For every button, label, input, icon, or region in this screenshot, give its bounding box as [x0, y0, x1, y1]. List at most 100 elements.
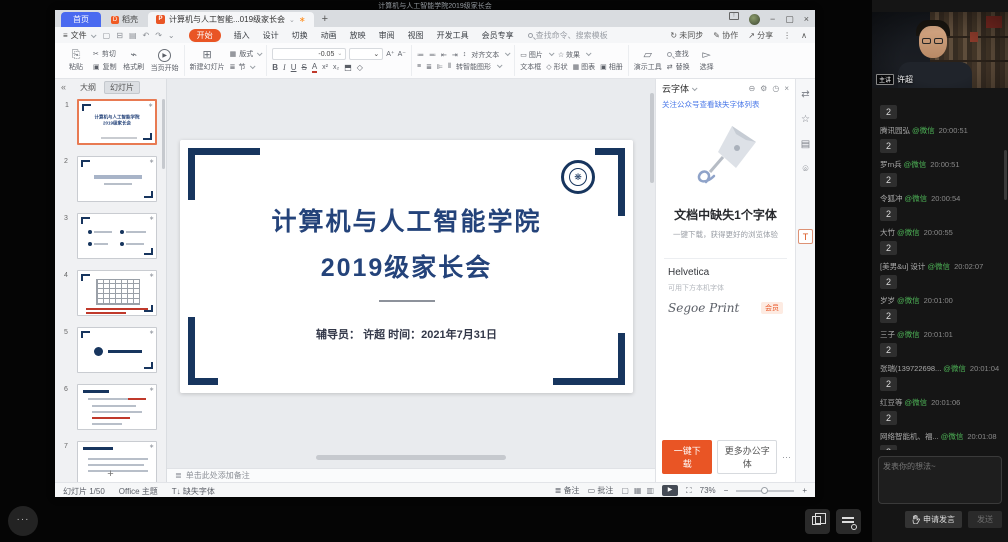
- highlight-button[interactable]: ⬒: [344, 63, 352, 72]
- ribbon-tab[interactable]: 审阅: [379, 30, 395, 41]
- outdent-icon[interactable]: ⇤: [441, 51, 447, 59]
- slide-sorter-icon[interactable]: ▦: [634, 486, 642, 495]
- redo-icon[interactable]: ↷: [155, 31, 162, 40]
- panel-pin-icon[interactable]: ⊖: [748, 84, 755, 93]
- section-button[interactable]: ≣ 节: [230, 62, 262, 72]
- print-icon[interactable]: ▤: [129, 31, 137, 40]
- slide-thumbnail-1[interactable]: 1 ∗ 计算机与人工智能学院 2019级家长会: [65, 99, 157, 145]
- zoom-level[interactable]: 73%: [700, 486, 716, 495]
- sidebar-scrollbar[interactable]: [162, 99, 165, 169]
- help-icon[interactable]: ⌾: [803, 164, 809, 175]
- current-slide[interactable]: ❋ 计算机与人工智能学院 2019级家长会 辅导员： 许超 时间：2021年7月…: [180, 140, 633, 393]
- slide-thumbnail-3[interactable]: 3 ∗: [64, 213, 157, 259]
- slideshow-button[interactable]: ▶: [662, 485, 679, 496]
- normal-view-icon[interactable]: ▢: [621, 486, 629, 495]
- zoom-slider[interactable]: [736, 486, 795, 494]
- slide-thumbnail-5[interactable]: 5 ∗: [64, 327, 157, 373]
- user-avatar[interactable]: [748, 13, 760, 25]
- panel-chevron-icon[interactable]: [691, 83, 696, 93]
- zoom-in-button[interactable]: +: [802, 486, 807, 495]
- share-button[interactable]: ↗ 分享: [748, 30, 773, 41]
- ribbon-tab[interactable]: 放映: [350, 30, 366, 41]
- meeting-settings-button[interactable]: [836, 509, 861, 534]
- slide-thumbnail-6[interactable]: 6 ∗: [64, 384, 157, 430]
- columns-icon[interactable]: ⫴: [448, 63, 451, 71]
- ribbon-tab[interactable]: 开始: [188, 28, 221, 42]
- tab-slides[interactable]: 幻灯片: [104, 80, 141, 94]
- album-button[interactable]: ▣ 相册: [600, 62, 623, 72]
- share-screen-button[interactable]: [805, 509, 830, 534]
- chat-list[interactable]: 2 腾讯园弘 @微信 20:00:51 2 罗rn兵 @微信 20:00:51 2 令狐…: [872, 90, 1008, 450]
- more-qat-icon[interactable]: ⌄: [168, 31, 175, 40]
- slide-thumbnail-2[interactable]: 2 ∗: [64, 156, 157, 202]
- new-tab-button[interactable]: +: [322, 12, 328, 27]
- line-spacing-icon[interactable]: ↕: [463, 51, 467, 58]
- tab-home[interactable]: 首页: [61, 12, 101, 27]
- tab-menu-icon[interactable]: ⌄: [289, 16, 295, 24]
- chat-scrollbar[interactable]: [1004, 150, 1007, 200]
- chat-input[interactable]: 发表你的想法~: [878, 456, 1002, 504]
- panel-bell-icon[interactable]: ◷: [772, 84, 779, 93]
- effect-button[interactable]: ☆ 效果: [558, 50, 580, 60]
- missing-font-list-link[interactable]: 关注公众号查看缺失字体列表: [656, 97, 795, 112]
- cut-button[interactable]: ✂ 剪切: [93, 49, 117, 59]
- slide-title-line1[interactable]: 计算机与人工智能学院: [180, 202, 633, 238]
- save-icon[interactable]: ⊟: [116, 31, 123, 40]
- align-right-icon[interactable]: ⊫: [437, 63, 443, 71]
- animation-pane-icon[interactable]: ▤: [801, 139, 810, 150]
- tab-document[interactable]: P 计算机与人工智能...019级家长会 ⌄ ∗: [148, 12, 314, 27]
- missing-font-status[interactable]: T↓ 缺失字体: [172, 486, 215, 497]
- layout-button[interactable]: ▦ 版式: [230, 49, 262, 59]
- message-center-icon[interactable]: !: [728, 12, 739, 20]
- font-color-button[interactable]: A: [311, 62, 318, 73]
- subscript-button[interactable]: x₂: [333, 64, 339, 71]
- collaborate-button[interactable]: ✎ 协作: [713, 30, 738, 41]
- copy-button[interactable]: ▣ 复制: [93, 62, 117, 72]
- align-center-icon[interactable]: ≣: [426, 63, 432, 71]
- numbering-icon[interactable]: ≕: [429, 51, 436, 59]
- ribbon-tab[interactable]: 切换: [292, 30, 308, 41]
- cloud-font-pane-icon[interactable]: T: [798, 229, 813, 244]
- indent-icon[interactable]: ⇥: [452, 51, 458, 59]
- paste-button[interactable]: ⎘ 粘贴: [64, 49, 88, 72]
- bullets-icon[interactable]: ≔: [417, 51, 424, 59]
- command-search[interactable]: 查找命令、搜索模板: [527, 30, 608, 41]
- add-slide-button[interactable]: +: [55, 468, 166, 480]
- bold-button[interactable]: B: [272, 63, 278, 72]
- play-from-current-button[interactable]: ▶ 当页开始: [151, 48, 179, 73]
- align-text-button[interactable]: 对齐文本: [471, 50, 499, 60]
- notes-bar[interactable]: ≣ 单击此处添加备注: [167, 468, 655, 482]
- slide-title-line2[interactable]: 2019级家长会: [180, 248, 633, 284]
- ribbon-tab[interactable]: 视图: [408, 30, 424, 41]
- increase-font-icon[interactable]: A⁺: [386, 50, 394, 58]
- slide-subtitle[interactable]: 辅导员： 许超 时间：2021年7月31日: [180, 326, 633, 342]
- close-wps-icon[interactable]: ×: [804, 14, 809, 24]
- picture-button[interactable]: ▭ 图片: [520, 50, 543, 60]
- tab-outline[interactable]: 大纲: [80, 82, 96, 93]
- shape-button[interactable]: ◇ 形状: [546, 62, 567, 72]
- restore-icon[interactable]: ▢: [785, 14, 794, 24]
- material-star-icon[interactable]: ☆: [801, 114, 810, 125]
- ribbon-tab[interactable]: 设计: [263, 30, 279, 41]
- new-slide-button[interactable]: ⊞ 新建幻灯片: [190, 49, 225, 72]
- format-painter-button[interactable]: ⌁ 格式刷: [122, 49, 146, 72]
- underline-button[interactable]: U: [291, 63, 297, 72]
- collapse-sidebar-icon[interactable]: «: [61, 82, 66, 92]
- tab-docer[interactable]: D 稻壳: [101, 12, 148, 27]
- download-all-button[interactable]: 一键下载: [662, 440, 713, 474]
- desktop-more-button[interactable]: ···: [8, 506, 38, 536]
- slide-thumbnail-4[interactable]: 4 ∗: [64, 270, 157, 316]
- notes-toggle[interactable]: ≣ 备注: [555, 485, 580, 496]
- panel-settings-icon[interactable]: ⚙: [760, 84, 767, 93]
- theme-name[interactable]: Office 主题: [119, 486, 158, 497]
- font-size-box[interactable]: ⌄: [349, 48, 384, 60]
- italic-button[interactable]: I: [283, 63, 286, 72]
- comments-toggle[interactable]: ▭ 批注: [588, 485, 614, 496]
- more-menu-icon[interactable]: ⋮: [783, 31, 791, 40]
- replace-button[interactable]: ⇄ 替换: [667, 62, 690, 72]
- textbox-button[interactable]: 文本框: [520, 62, 541, 72]
- zoom-slider-knob[interactable]: [760, 486, 768, 494]
- file-menu[interactable]: ≡ 文件: [63, 30, 95, 41]
- raise-hand-button[interactable]: 申请发言: [905, 511, 962, 528]
- font-name-box[interactable]: -0.05 ⌄: [272, 48, 347, 60]
